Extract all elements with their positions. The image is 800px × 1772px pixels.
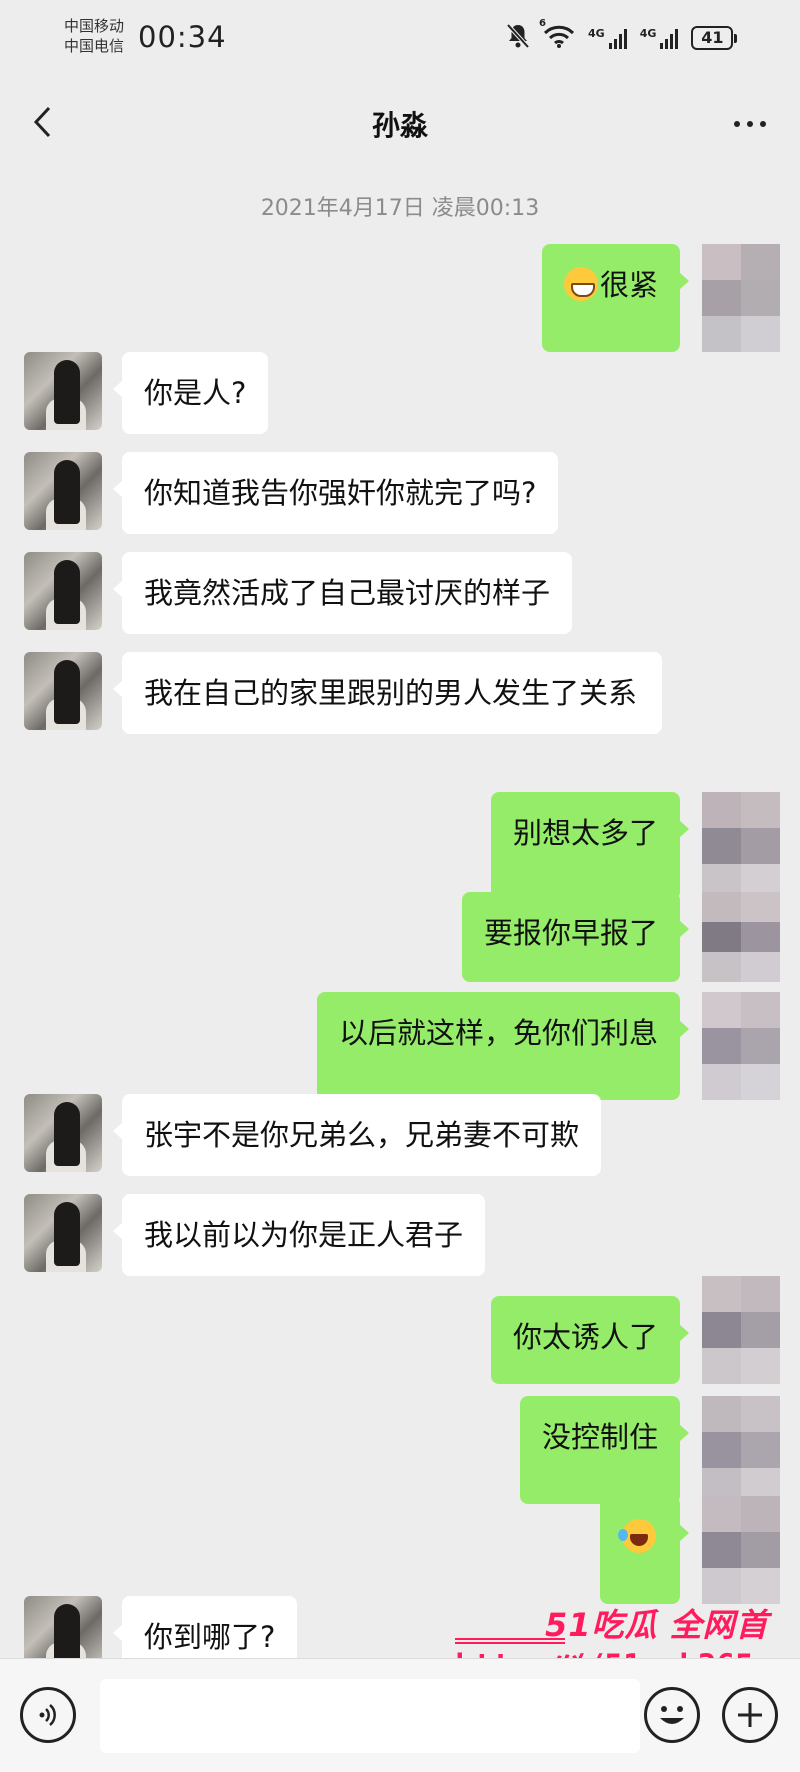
voice-button[interactable] <box>20 1687 76 1743</box>
message-text: 你是人? <box>144 376 247 410</box>
my-avatar[interactable] <box>702 992 780 1100</box>
message-outgoing: 要报你早报了 <box>461 892 780 982</box>
chat-header: 孙淼 <box>0 80 800 164</box>
message-outgoing <box>600 1496 780 1604</box>
more-functions-button[interactable] <box>722 1687 778 1743</box>
signal-1-label: 4G <box>588 27 605 40</box>
signal-icon: 4G <box>640 27 679 49</box>
message-bubble[interactable]: 我竟然活成了自己最讨厌的样子 <box>112 552 573 634</box>
chat-title: 孙淼 <box>371 109 428 142</box>
mute-bell-icon <box>506 23 530 53</box>
emoji-button[interactable] <box>644 1687 700 1743</box>
signal-icon: 4G <box>588 27 627 49</box>
message-text: 张宇不是你兄弟么，兄弟妻不可欺 <box>144 1118 580 1152</box>
message-outgoing: 很紧 <box>541 244 780 352</box>
input-bar <box>0 1658 800 1772</box>
more-options-button[interactable] <box>722 102 778 146</box>
voice-icon <box>39 1704 56 1726</box>
message-incoming: 我以前以为你是正人君子 <box>24 1194 486 1276</box>
message-bubble[interactable]: 没控制住 <box>519 1396 690 1504</box>
my-avatar[interactable] <box>702 792 780 900</box>
my-avatar[interactable] <box>702 1396 780 1504</box>
status-icons: 6 4G 4G 41 <box>506 18 738 54</box>
contact-avatar[interactable] <box>24 452 102 530</box>
message-text: 要报你早报了 <box>483 916 658 950</box>
message-bubble[interactable]: 要报你早报了 <box>461 892 690 982</box>
battery-icon: 41 <box>691 26 738 50</box>
message-bubble[interactable]: 以后就这样，免你们利息 <box>316 992 690 1100</box>
message-incoming: 我竟然活成了自己最讨厌的样子 <box>24 552 573 634</box>
laugh-cry-emoji-icon <box>618 1519 656 1553</box>
message-text: 别想太多了 <box>512 816 658 850</box>
my-avatar[interactable] <box>702 1276 780 1384</box>
message-text: 我竟然活成了自己最讨厌的样子 <box>144 576 551 610</box>
carrier-names: 中国移动 中国电信 <box>64 16 124 56</box>
message-outgoing: 以后就这样，免你们利息 <box>316 992 780 1100</box>
message-outgoing: 别想太多了 <box>490 792 780 900</box>
my-avatar[interactable] <box>702 244 780 352</box>
message-incoming: 张宇不是你兄弟么，兄弟妻不可欺 <box>24 1094 602 1176</box>
battery-level: 41 <box>691 26 734 50</box>
message-bubble[interactable]: 张宇不是你兄弟么，兄弟妻不可欺 <box>112 1094 602 1176</box>
contact-avatar[interactable] <box>24 1094 102 1172</box>
message-text: 以后就这样，免你们利息 <box>338 1016 658 1050</box>
message-bubble[interactable] <box>600 1496 689 1604</box>
message-outgoing: 没控制住 <box>519 1396 780 1504</box>
my-avatar[interactable] <box>702 892 780 982</box>
carrier-2: 中国电信 <box>64 37 125 55</box>
message-bubble[interactable]: 别想太多了 <box>490 792 690 900</box>
message-bubble[interactable]: 你知道我告你强奸你就完了吗? <box>112 452 559 534</box>
message-text: 我在自己的家里跟别的男人发生了关系 <box>144 676 638 710</box>
contact-avatar[interactable] <box>24 1194 102 1272</box>
message-incoming: 我在自己的家里跟别的男人发生了关系 <box>24 652 662 734</box>
message-text: 我以前以为你是正人君子 <box>144 1218 464 1252</box>
message-text: 很紧 <box>599 268 658 302</box>
message-input[interactable] <box>100 1679 640 1753</box>
contact-avatar[interactable] <box>24 652 102 730</box>
smiley-icon <box>660 1706 684 1724</box>
message-bubble[interactable]: 很紧 <box>541 244 690 352</box>
wifi-icon: 6 <box>539 18 575 52</box>
message-bubble[interactable]: 你是人? <box>112 352 269 434</box>
ellipsis-icon <box>734 121 740 127</box>
status-time: 00:34 <box>138 20 227 54</box>
my-avatar[interactable] <box>702 1496 780 1604</box>
carrier-1: 中国移动 <box>64 17 125 35</box>
message-text: 你到哪了? <box>144 1620 276 1654</box>
signal-2-label: 4G <box>639 27 657 40</box>
contact-avatar[interactable] <box>24 352 102 430</box>
message-timestamp: 2021年4月17日 凌晨00:13 <box>260 196 540 221</box>
message-bubble[interactable]: 我在自己的家里跟别的男人发生了关系 <box>113 652 662 734</box>
contact-avatar[interactable] <box>24 552 102 630</box>
wifi-label: 6 <box>539 18 546 29</box>
plus-icon <box>738 1703 762 1727</box>
message-bubble[interactable]: 我以前以为你是正人君子 <box>112 1194 486 1276</box>
message-text: 没控制住 <box>541 1420 658 1454</box>
grin-emoji-icon <box>563 267 598 301</box>
message-bubble[interactable]: 你太诱人了 <box>490 1296 690 1384</box>
status-bar: 中国移动 中国电信 00:34 6 4G 4G 41 <box>0 0 800 80</box>
message-text: 你太诱人了 <box>512 1320 658 1354</box>
message-incoming: 你是人? <box>24 352 269 434</box>
message-outgoing: 你太诱人了 <box>490 1276 780 1384</box>
message-incoming: 你知道我告你强奸你就完了吗? <box>24 452 559 534</box>
message-text: 你知道我告你强奸你就完了吗? <box>144 476 537 510</box>
